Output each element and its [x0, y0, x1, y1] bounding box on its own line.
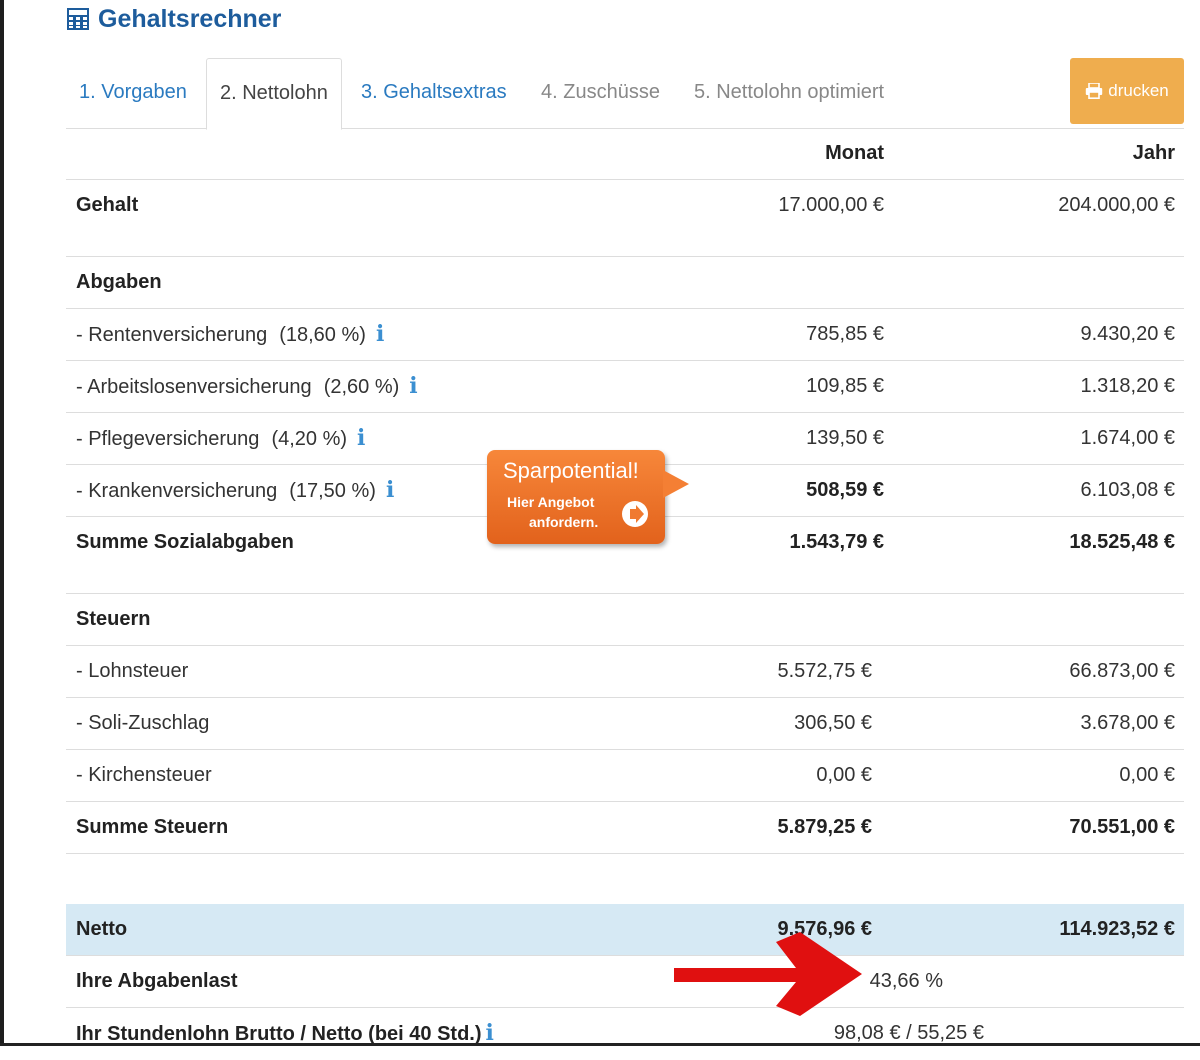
- row-label: - Lohnsteuer: [76, 660, 189, 682]
- spacer-row: [66, 854, 1184, 904]
- calculator-icon: [67, 8, 89, 30]
- summe-steuern-label: Summe Steuern: [76, 816, 229, 838]
- tab-zuschuesse: 4. Zuschüsse: [541, 81, 660, 103]
- info-icon[interactable]: i: [486, 1008, 494, 1059]
- table-row: - Arbeitslosenversicherung (2,60 %) i 109,…: [66, 361, 1184, 413]
- gehalt-label: Gehalt: [76, 194, 139, 216]
- tab-nettolohn-optimiert: 5. Nettolohn optimiert: [694, 81, 885, 103]
- row-month: 5.572,75 €: [777, 660, 872, 682]
- stundenlohn-label: Ihr Stundenlohn Brutto / Netto (bei 40 S…: [76, 1023, 482, 1045]
- table-header-row: Monat Jahr: [66, 128, 1184, 180]
- summe-steuern-month: 5.879,25 €: [777, 816, 872, 838]
- table-row: - Soli-Zuschlag 306,50 € 3.678,00 €: [66, 698, 1184, 750]
- summe-sozialabgaben-year: 18.525,48 €: [1069, 531, 1175, 553]
- steuern-heading-row: Steuern: [66, 594, 1184, 646]
- sparpotential-promo[interactable]: Sparpotential! Hier Angebot anfordern.: [487, 450, 689, 544]
- info-icon[interactable]: i: [409, 361, 417, 412]
- row-year: 66.873,00 €: [1069, 660, 1175, 682]
- window-edge: [0, 0, 4, 1046]
- row-month: 109,85 €: [806, 375, 884, 397]
- row-label: - Kirchensteuer: [76, 764, 212, 786]
- gehalt-year: 204.000,00 €: [1058, 194, 1175, 216]
- table-row: - Kirchensteuer 0,00 € 0,00 €: [66, 750, 1184, 802]
- row-year: 0,00 €: [1119, 764, 1175, 786]
- row-year: 1.674,00 €: [1080, 427, 1175, 449]
- info-icon[interactable]: i: [357, 413, 365, 464]
- summe-sozialabgaben-month: 1.543,79 €: [789, 531, 884, 553]
- page-title: Gehaltsrechner: [66, 4, 281, 34]
- summe-steuern-year: 70.551,00 €: [1069, 816, 1175, 838]
- row-month: 785,85 €: [806, 323, 884, 345]
- row-rate: (17,50 %): [289, 480, 376, 502]
- red-arrow-annotation: [674, 932, 862, 1016]
- abgaben-heading: Abgaben: [76, 271, 162, 293]
- column-header-year: Jahr: [1132, 142, 1175, 164]
- stundenlohn-row: Ihr Stundenlohn Brutto / Netto (bei 40 S…: [66, 1008, 1184, 1059]
- abgabenlast-label: Ihre Abgabenlast: [76, 970, 238, 992]
- info-icon[interactable]: i: [386, 465, 394, 516]
- promo-line2: anfordern.: [529, 514, 599, 530]
- abgabenlast-row: Ihre Abgabenlast 43,66 %: [66, 956, 1184, 1008]
- row-month: 306,50 €: [794, 712, 872, 734]
- row-month: 139,50 €: [806, 427, 884, 449]
- info-icon[interactable]: i: [376, 309, 384, 360]
- row-month: 508,59 €: [806, 479, 884, 501]
- tab-vorgaben[interactable]: 1. Vorgaben: [66, 58, 200, 127]
- row-month: 0,00 €: [816, 764, 872, 786]
- steuern-heading: Steuern: [76, 608, 151, 630]
- summe-sozialabgaben-label: Summe Sozialabgaben: [76, 531, 294, 553]
- table-row: - Lohnsteuer 5.572,75 € 66.873,00 €: [66, 646, 1184, 698]
- row-rate: (18,60 %): [279, 324, 366, 346]
- gehalt-row: Gehalt 17.000,00 € 204.000,00 €: [66, 180, 1184, 257]
- print-button[interactable]: drucken: [1070, 58, 1184, 124]
- row-rate: (4,20 %): [271, 428, 348, 450]
- netto-label: Netto: [76, 918, 128, 940]
- netto-row: Netto 9.576,96 € 114.923,52 €: [66, 904, 1184, 956]
- arrow-right-circle-icon: [622, 501, 648, 527]
- row-rate: (2,60 %): [323, 376, 400, 398]
- promo-title: Sparpotential!: [503, 458, 639, 483]
- row-label: - Krankenversicherung: [76, 480, 278, 502]
- row-label: - Pflegeversicherung: [76, 428, 260, 450]
- row-label: - Arbeitslosenversicherung: [76, 376, 312, 398]
- tab-bar: 1. Vorgaben 2. Nettolohn 3. Gehaltsextra…: [66, 58, 1184, 130]
- tab-nettolohn[interactable]: 2. Nettolohn: [206, 58, 342, 130]
- column-header-month: Monat: [825, 142, 884, 164]
- result-table: Monat Jahr Gehalt 17.000,00 € 204.000,00…: [66, 128, 1184, 1059]
- row-label: - Soli-Zuschlag: [76, 712, 210, 734]
- row-year: 1.318,20 €: [1080, 375, 1175, 397]
- table-row: - Rentenversicherung (18,60 %) i 785,85 € …: [66, 309, 1184, 361]
- abgabenlast-value: 43,66 %: [869, 970, 943, 992]
- row-year: 6.103,08 €: [1080, 479, 1175, 501]
- tab-gehaltsextras[interactable]: 3. Gehaltsextras: [348, 58, 520, 127]
- page-title-text: Gehaltsrechner: [98, 4, 282, 33]
- row-year: 9.430,20 €: [1080, 323, 1175, 345]
- gehalt-month: 17.000,00 €: [778, 194, 884, 216]
- promo-pointer: [663, 470, 689, 498]
- abgaben-heading-row: Abgaben: [66, 257, 1184, 309]
- summe-steuern-row: Summe Steuern 5.879,25 € 70.551,00 €: [66, 802, 1184, 854]
- row-year: 3.678,00 €: [1080, 712, 1175, 734]
- promo-line1: Hier Angebot: [507, 494, 595, 510]
- netto-year: 114.923,52 €: [1059, 918, 1175, 940]
- row-label: - Rentenversicherung: [76, 324, 268, 346]
- printer-icon: [1086, 83, 1103, 99]
- print-button-label: drucken: [1108, 81, 1169, 100]
